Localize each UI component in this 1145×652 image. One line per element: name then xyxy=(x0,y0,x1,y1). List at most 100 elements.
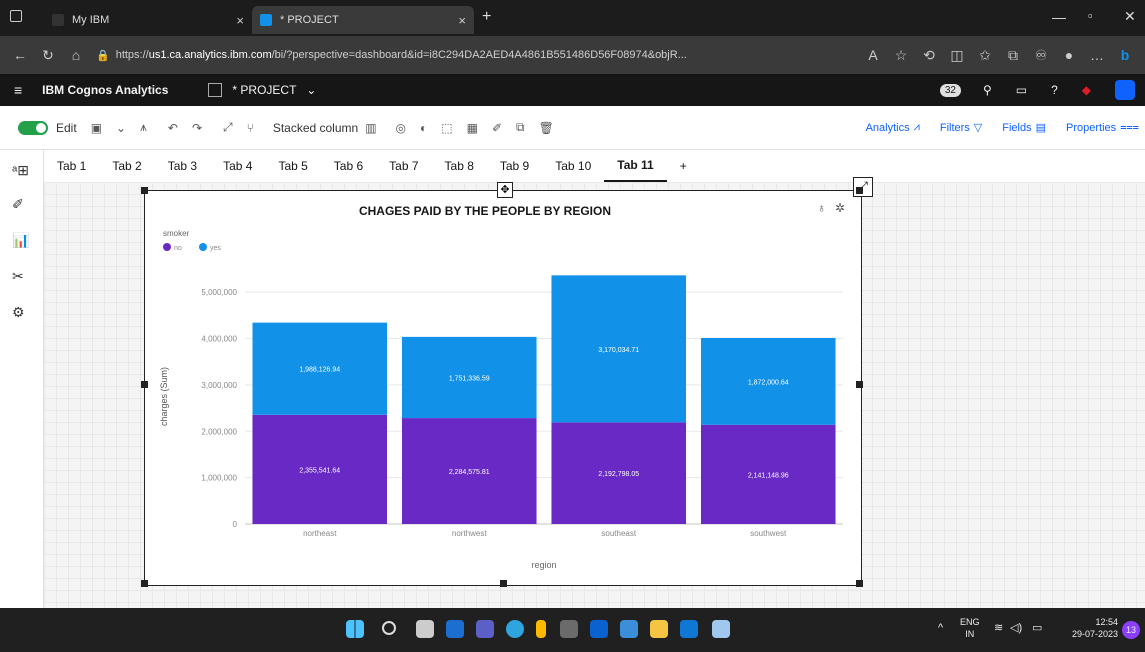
filters-button[interactable]: Filters ▽ xyxy=(940,121,982,135)
refresh-icon[interactable]: ↻ xyxy=(34,47,62,64)
notepad-icon[interactable] xyxy=(712,620,730,638)
undo-icon[interactable]: ↶ xyxy=(168,121,178,135)
notification-count-badge[interactable]: 32 xyxy=(939,83,961,97)
chevron-down-icon[interactable]: ⌄ xyxy=(116,121,126,135)
extension-icon[interactable]: ⟲ xyxy=(915,47,943,64)
collections-icon[interactable]: ⧉ xyxy=(999,47,1027,64)
user-avatar[interactable] xyxy=(1115,80,1135,100)
app-icon[interactable] xyxy=(620,620,638,638)
chart-widget[interactable]: CHAGES PAID BY THE PEOPLE BY REGION smoke… xyxy=(141,177,873,587)
back-icon[interactable]: ← xyxy=(6,47,34,63)
chevron-down-icon[interactable]: ⌄ xyxy=(306,83,316,97)
close-tab-icon[interactable]: × xyxy=(458,13,466,28)
settings-icon[interactable]: ✲ xyxy=(835,201,845,215)
split-screen-icon[interactable]: ◫ xyxy=(943,47,971,64)
table-icon[interactable]: ▦ xyxy=(467,121,478,135)
pin-icon[interactable]: ✐ xyxy=(492,121,502,135)
task-view-icon[interactable] xyxy=(416,620,434,638)
project-title[interactable]: * PROJECT xyxy=(232,83,296,97)
delete-icon[interactable]: 🗑 xyxy=(539,121,554,135)
tab-5[interactable]: Tab 5 xyxy=(265,150,320,182)
close-tab-icon[interactable]: × xyxy=(236,13,244,28)
minimize-icon[interactable]: — xyxy=(1052,9,1066,25)
app-icon[interactable] xyxy=(536,620,546,638)
teams-icon[interactable] xyxy=(476,620,494,638)
calculator-icon[interactable] xyxy=(560,620,578,638)
close-window-icon[interactable]: ✕ xyxy=(1124,8,1136,25)
help-icon[interactable]: ? xyxy=(1051,83,1058,97)
restore-icon[interactable]: ▫ xyxy=(1088,8,1093,23)
drill-icon[interactable]: ◐ xyxy=(420,121,427,135)
resize-handle[interactable] xyxy=(856,187,863,194)
tab-6[interactable]: Tab 6 xyxy=(321,150,376,182)
assistant-icon[interactable]: ⚙ xyxy=(12,304,25,321)
edit-toggle[interactable] xyxy=(18,120,48,135)
profile-icon[interactable]: ● xyxy=(1055,47,1083,63)
fields-button[interactable]: Fields ▤ xyxy=(1002,121,1046,135)
share-icon[interactable]: ⩚ xyxy=(140,120,147,135)
edge-icon[interactable] xyxy=(506,620,524,638)
expand-icon[interactable]: ⤢ xyxy=(223,120,233,135)
bing-icon[interactable]: b xyxy=(1111,47,1139,63)
language-indicator[interactable]: ENG IN xyxy=(960,616,980,640)
notifications-icon[interactable]: ◆ xyxy=(1082,83,1091,97)
tab-11[interactable]: Tab 11 xyxy=(604,150,667,182)
hamburger-menu-icon[interactable]: ≡ xyxy=(14,82,22,98)
visualizations-icon[interactable]: 📊 xyxy=(12,232,29,249)
tab-10[interactable]: Tab 10 xyxy=(542,150,604,182)
more-icon[interactable]: … xyxy=(1083,47,1111,63)
tab-1[interactable]: Tab 1 xyxy=(44,150,99,182)
properties-button[interactable]: Properties ⩶ xyxy=(1066,121,1139,134)
tab-9[interactable]: Tab 9 xyxy=(487,150,542,182)
chat-icon[interactable]: ▭ xyxy=(1016,83,1027,97)
browser-tab-my-ibm[interactable]: My IBM × xyxy=(44,6,252,34)
color-palette-icon[interactable]: ◎ xyxy=(396,121,406,135)
copy-icon[interactable]: ⧉ xyxy=(516,120,525,135)
resize-handle[interactable] xyxy=(500,580,507,587)
search-icon[interactable]: ⚲ xyxy=(983,83,992,97)
dropbox-icon[interactable] xyxy=(590,620,608,638)
tab-2[interactable]: Tab 2 xyxy=(99,150,154,182)
battery-icon[interactable]: ▭ xyxy=(1032,621,1042,634)
tab-7[interactable]: Tab 7 xyxy=(376,150,431,182)
favorites-icon[interactable]: ✩ xyxy=(971,47,999,64)
resize-handle[interactable] xyxy=(856,381,863,388)
browser-tab-project[interactable]: * PROJECT × xyxy=(252,6,474,34)
mail-icon[interactable] xyxy=(680,620,698,638)
add-tab-button[interactable]: + xyxy=(667,150,700,182)
pin-icon[interactable]: ✐ xyxy=(12,196,24,213)
move-handle-icon[interactable]: ✥ xyxy=(497,182,513,198)
stacked-column-chart[interactable]: CHAGES PAID BY THE PEOPLE BY REGION smoke… xyxy=(145,191,863,587)
favorite-star-icon[interactable]: ☆ xyxy=(887,47,915,64)
dashboard-canvas[interactable]: CHAGES PAID BY THE PEOPLE BY REGION smoke… xyxy=(44,177,1145,608)
tab-4[interactable]: Tab 4 xyxy=(210,150,265,182)
stacked-column-icon[interactable]: ▥ xyxy=(365,121,376,135)
show-hidden-icons[interactable]: ^ xyxy=(938,622,943,634)
visualization-type[interactable]: Stacked column xyxy=(273,121,358,135)
search-icon[interactable] xyxy=(382,621,396,635)
file-explorer-icon[interactable] xyxy=(650,620,668,638)
window-menu-icon[interactable] xyxy=(10,10,22,22)
resize-handle[interactable] xyxy=(856,580,863,587)
volume-icon[interactable]: ◁) xyxy=(1010,621,1022,634)
copilot-icon[interactable]: ♾ xyxy=(1027,47,1055,64)
navigate-icon[interactable]: ⑂ xyxy=(247,121,254,135)
insight-icon[interactable]: ♁ xyxy=(817,201,826,215)
notification-badge[interactable]: 13 xyxy=(1122,621,1140,639)
widgets-icon[interactable] xyxy=(446,620,464,638)
read-aloud-icon[interactable]: A xyxy=(859,47,887,63)
analytics-button[interactable]: Analytics ⩘ xyxy=(866,121,920,134)
home-icon[interactable]: ⌂ xyxy=(62,47,90,63)
tab-3[interactable]: Tab 3 xyxy=(155,150,210,182)
clock[interactable]: 12:54 29-07-2023 xyxy=(1062,616,1118,640)
wifi-icon[interactable]: ≋ xyxy=(994,621,1003,634)
start-icon[interactable] xyxy=(346,620,364,638)
data-sources-icon[interactable]: ᵃ⊞ xyxy=(12,162,29,179)
url-field[interactable]: 🔒 https://us1.ca.analytics.ibm.com/bi/?p… xyxy=(96,42,736,68)
new-tab-button[interactable]: + xyxy=(482,8,491,26)
save-icon[interactable]: ▣ xyxy=(91,121,102,135)
resize-handle[interactable] xyxy=(141,187,148,194)
redo-icon[interactable]: ↷ xyxy=(192,121,202,135)
tab-8[interactable]: Tab 8 xyxy=(432,150,487,182)
widgets-icon[interactable]: ✂ xyxy=(12,268,24,285)
